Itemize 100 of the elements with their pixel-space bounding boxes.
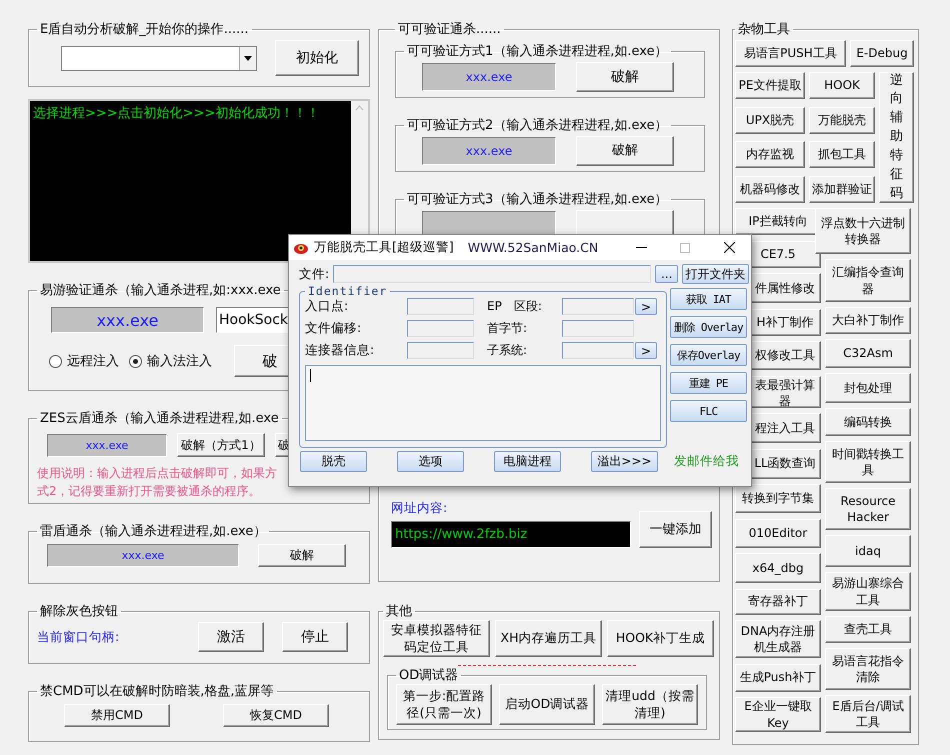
scroll-up-icon [355, 105, 364, 111]
process-field[interactable]: xxx.exe [51, 307, 204, 333]
tool-button[interactable]: 件属性修改 [749, 273, 821, 303]
process-field[interactable]: xxx.exe [47, 434, 167, 456]
tool-button[interactable]: 安卓模拟器特征码定位工具 [383, 620, 490, 657]
tool-button[interactable]: 时间戳转换工具 [825, 441, 911, 483]
file-field[interactable] [333, 265, 652, 283]
tool-button[interactable]: 浮点数十六进制转换器 [815, 208, 911, 254]
info-field[interactable] [407, 342, 474, 359]
group-title: 可可验证方式1（输入通杀进程进程,如.exe） [406, 43, 669, 60]
action-button[interactable]: 停止 [282, 622, 348, 652]
field-label: 文件偏移: [305, 320, 362, 337]
cmd-button[interactable]: 恢复CMD [223, 704, 329, 727]
tool-button[interactable]: 程注入工具 [749, 413, 821, 443]
process-field[interactable]: xxx.exe [47, 544, 239, 567]
url-field[interactable]: https://www.2fzb.biz [391, 521, 631, 548]
tool-button[interactable]: 万能脱壳 [809, 106, 875, 134]
add-button[interactable]: 一键添加 [639, 511, 712, 548]
info-field[interactable] [407, 298, 474, 315]
od-button[interactable]: 清理udd（按需清理) [602, 684, 698, 725]
tool-button[interactable]: 逆向辅助特征码 [879, 72, 914, 203]
minimize-icon [636, 247, 646, 248]
process-dropdown[interactable] [61, 46, 257, 70]
crack-button[interactable]: 破解（方式1） [177, 433, 265, 457]
tool-button[interactable]: C32Asm [825, 339, 911, 368]
group-title: 可可验证通杀...... [397, 21, 502, 38]
group-title: 雷盾通杀（输入通杀进程进程,如.exe） [39, 523, 268, 540]
arrow-button[interactable]: > [635, 298, 657, 315]
window-title: 万能脱壳工具[超级巡警] [314, 239, 454, 256]
action-button[interactable]: 选项 [397, 451, 464, 472]
tool-button[interactable]: 易语言花指令清除 [825, 648, 911, 690]
field-label: 子系统: [487, 342, 528, 359]
od-button[interactable]: 第一步:配置路径(只需一次) [396, 684, 492, 725]
tool-button[interactable]: PE文件提取 [735, 72, 805, 99]
side-button[interactable]: 保存Overlay [670, 344, 747, 366]
file-label: 文件: [299, 266, 330, 282]
tool-button[interactable]: 易语言PUSH工具 [735, 40, 846, 67]
cmd-button[interactable]: 禁用CMD [64, 704, 170, 727]
action-button[interactable]: 溢出>>> [591, 451, 658, 472]
group-title: ZES云盾通杀（输入通杀进程进程,如.exe [39, 410, 280, 427]
group-title: 杂物工具 [737, 21, 791, 38]
od-button[interactable]: 启动OD调试器 [499, 684, 595, 725]
side-button[interactable]: 重建 PE [670, 372, 747, 394]
dropdown-arrow-icon [244, 56, 252, 60]
tool-button[interactable]: 寄存器补丁 [735, 588, 821, 614]
process-field[interactable]: xxx.exe [422, 63, 556, 91]
action-button[interactable]: 激活 [198, 622, 264, 652]
tool-button[interactable]: LL函数查询 [749, 448, 821, 478]
tool-button[interactable]: 表最强计算器 [749, 376, 821, 408]
tool-button[interactable]: DNA内存注册机生成器 [735, 620, 821, 658]
process-field[interactable]: xxx.exe [422, 137, 556, 165]
crack-button[interactable]: 破解 [258, 544, 346, 567]
tool-button[interactable]: UPX脱壳 [735, 106, 805, 134]
tool-button[interactable]: E盾后台/调试工具 [825, 695, 911, 733]
info-field[interactable] [562, 320, 634, 337]
browse-button[interactable]: ... [655, 265, 678, 283]
info-field[interactable] [562, 342, 634, 359]
tool-button[interactable]: 汇编指令查询器 [825, 259, 911, 302]
tool-button[interactable]: 易游山寨综合工具 [825, 572, 911, 611]
field-label: EP 区段: [487, 298, 543, 315]
tool-button[interactable]: x64_dbg [735, 553, 821, 583]
tool-button[interactable]: 生成Push补丁 [735, 664, 821, 692]
tool-button[interactable]: HOOK [809, 72, 875, 99]
tool-button[interactable]: 添加群验证 [809, 176, 875, 202]
info-field[interactable] [562, 298, 634, 315]
url-label: 网址内容: [391, 500, 448, 517]
radio-option[interactable]: 远程注入 [49, 352, 119, 370]
crack-button[interactable]: 破解 [576, 62, 674, 92]
tool-button[interactable]: Resource Hacker [825, 488, 911, 530]
tool-button[interactable]: E-Debug [850, 40, 914, 67]
open-folder-button[interactable]: 打开文件夹 [682, 264, 750, 284]
group-title: 解除灰色按钮 [39, 603, 119, 620]
tool-button[interactable]: 内存监视 [735, 141, 805, 168]
tool-button[interactable]: idaq [825, 535, 911, 567]
tool-button[interactable]: 权修改工具 [749, 341, 821, 370]
tool-button[interactable]: 010Editor [735, 518, 821, 548]
tool-button[interactable]: H补丁制作 [749, 308, 821, 336]
info-field[interactable] [407, 320, 474, 337]
side-button[interactable]: FLC [670, 400, 747, 422]
side-button[interactable]: 获取 IAT [670, 288, 747, 310]
tool-button[interactable]: 转换到字节集 [735, 484, 821, 513]
arrow-button[interactable]: > [635, 342, 657, 359]
usage-note: 式2，记得要重新打开需要被通杀的程序。 [37, 483, 261, 500]
tool-button[interactable]: 大白补丁制作 [825, 307, 911, 334]
tool-button[interactable]: HOOK补丁生成 [607, 620, 714, 657]
tool-button[interactable]: 抓包工具 [809, 141, 875, 168]
output-box[interactable] [305, 365, 661, 441]
tool-button[interactable]: 编码转换 [825, 408, 911, 436]
tool-button[interactable]: 查壳工具 [825, 616, 911, 643]
tool-button[interactable]: 机器码修改 [735, 176, 805, 202]
tool-button[interactable]: XH内存遍历工具 [495, 620, 602, 657]
group-title: 可可验证方式2（输入通杀进程进程,如.exe） [406, 117, 669, 134]
init-button[interactable]: 初始化 [275, 40, 359, 76]
action-button[interactable]: 脱壳 [300, 451, 367, 472]
tool-button[interactable]: E企业一键取Key [735, 697, 821, 732]
crack-button[interactable]: 破解 [576, 136, 674, 166]
radio-option[interactable]: 输入法注入 [129, 352, 212, 370]
tool-button[interactable]: 封包处理 [825, 373, 911, 403]
side-button[interactable]: 删除 Overlay [670, 316, 747, 338]
action-button[interactable]: 电脑进程 [494, 451, 561, 472]
